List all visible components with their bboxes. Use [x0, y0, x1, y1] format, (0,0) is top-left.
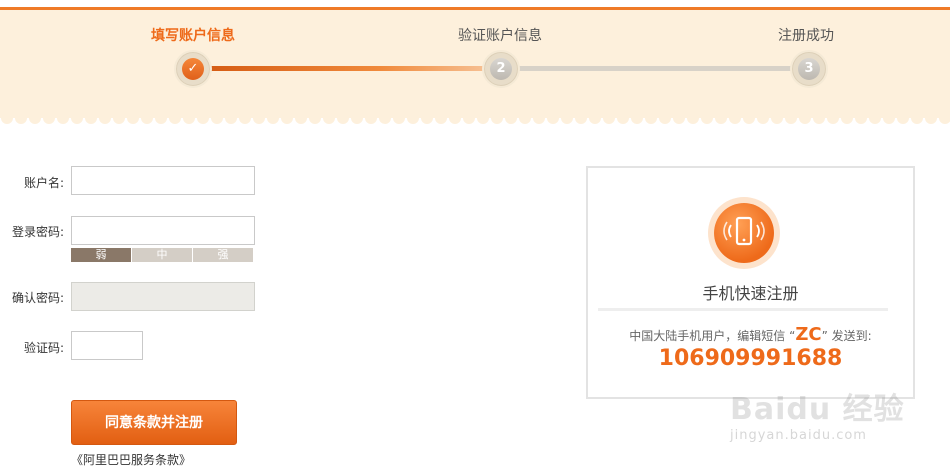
- step-1-indicator: ✓: [174, 50, 212, 88]
- captcha-label: 验证码:: [23, 341, 64, 355]
- step-2-indicator: 2: [482, 50, 520, 88]
- sms-instruction-suffix: ” 发送到:: [821, 329, 872, 343]
- sms-instruction-prefix: 中国大陆手机用户，编辑短信 “: [629, 329, 796, 343]
- step-3-number: 3: [798, 58, 820, 80]
- password-input[interactable]: [71, 216, 255, 245]
- sms-target-number: 106909991688: [658, 346, 843, 371]
- account-name-label: 账户名:: [23, 176, 64, 190]
- sms-code: ZC: [795, 324, 822, 345]
- strength-weak: 弱: [71, 248, 131, 262]
- confirm-password-input[interactable]: [71, 282, 255, 311]
- step-2-label: 验证账户信息: [458, 28, 542, 44]
- card-divider: [598, 308, 888, 311]
- account-name-input[interactable]: [71, 166, 255, 195]
- captcha-input[interactable]: [71, 331, 143, 360]
- password-strength-meter: 弱 中 强: [71, 248, 253, 262]
- check-icon: ✓: [182, 58, 204, 80]
- banner-scallop-edge: [0, 111, 950, 124]
- mobile-register-title: 手机快速注册: [702, 284, 799, 303]
- mobile-register-card: 手机快速注册 中国大陆手机用户，编辑短信 “ZC” 发送到: 106909991…: [586, 166, 915, 399]
- confirm-password-label: 确认密码:: [11, 291, 64, 305]
- progress-track-completed: [200, 66, 500, 71]
- progress-track-remaining: [502, 66, 808, 71]
- mobile-phone-icon: [714, 203, 774, 263]
- strength-medium: 中: [132, 248, 192, 262]
- password-label: 登录密码:: [11, 225, 64, 239]
- step-3-indicator: 3: [790, 50, 828, 88]
- agree-and-register-button[interactable]: 同意条款并注册: [71, 400, 237, 445]
- step-1-label: 填写账户信息: [151, 28, 235, 44]
- watermark-url: jingyan.baidu.com: [730, 428, 867, 443]
- step-3-label: 注册成功: [778, 28, 834, 44]
- baidu-jingyan-watermark: Baidu 经验 jingyan.baidu.com: [730, 384, 905, 443]
- service-terms-link[interactable]: 《阿里巴巴服务条款》: [71, 451, 191, 467]
- sms-instruction: 中国大陆手机用户，编辑短信 “ZC” 发送到:: [588, 324, 913, 345]
- watermark-brand: Baidu 经验: [730, 392, 905, 427]
- step-2-number: 2: [490, 58, 512, 80]
- strength-strong: 强: [193, 248, 253, 262]
